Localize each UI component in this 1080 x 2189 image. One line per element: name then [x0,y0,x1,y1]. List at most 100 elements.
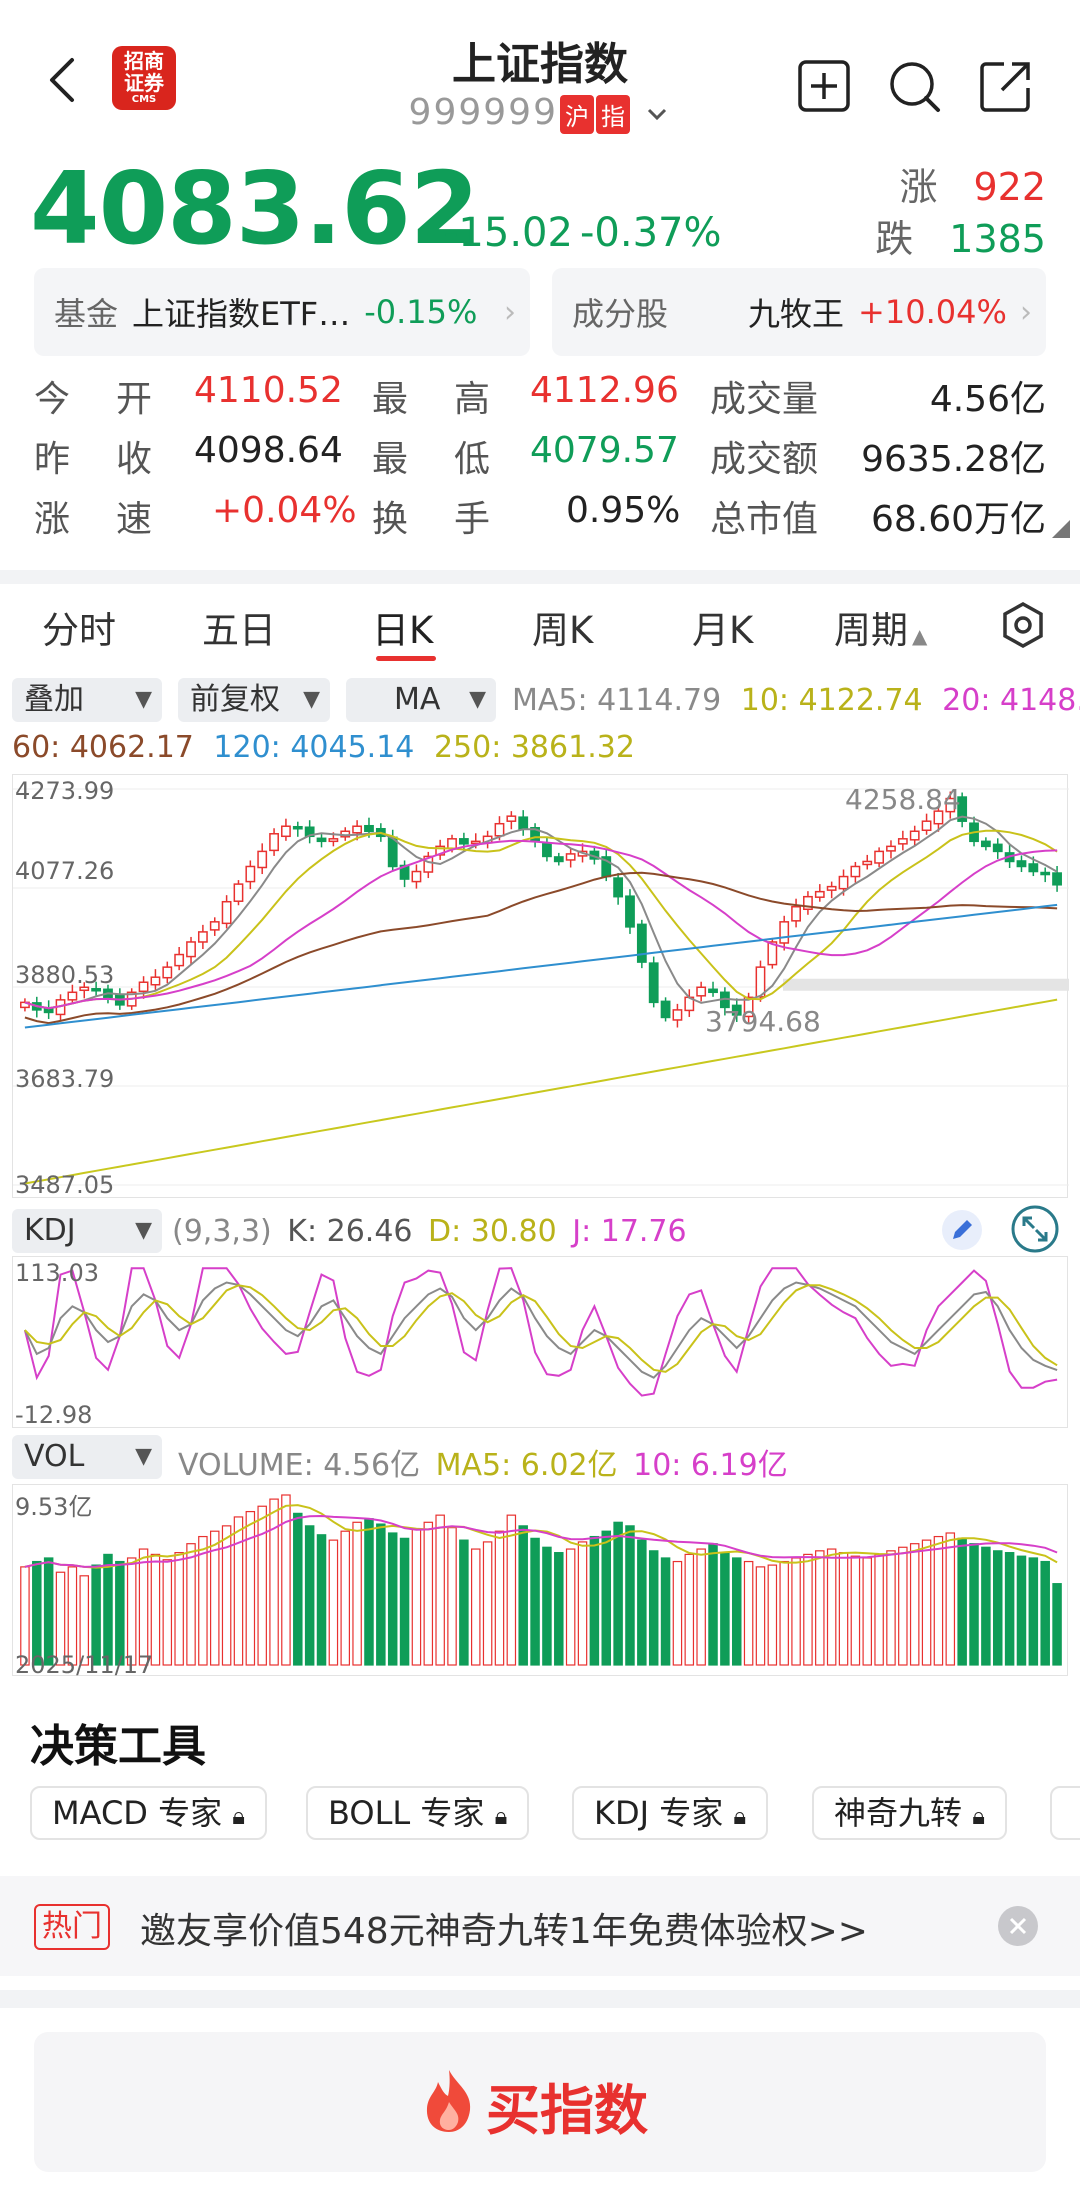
chevron-right-icon: › [504,294,516,330]
price-change-pct: -0.37% [580,210,722,256]
tab-period[interactable]: 周期 ▲ [834,600,927,654]
candle-body [91,988,102,992]
low-value: 4079.57 [530,430,679,471]
share-icon[interactable] [978,58,1034,114]
volume-bar [435,1514,445,1666]
candle-body [352,825,363,834]
volume-bar [411,1528,422,1666]
candle-body [458,838,469,845]
volume-bar [921,1539,932,1666]
tab-5day[interactable]: 五日 [202,600,276,654]
volume-bar [708,1543,718,1666]
volume-bar [387,1532,398,1666]
candle-body [67,991,78,1001]
fullscreen-icon[interactable] [1010,1204,1060,1254]
volume-bar [494,1530,505,1666]
volume-bar [257,1505,267,1666]
expand-corner-icon[interactable] [1052,520,1070,538]
tool-macd[interactable]: MACD 专家 🔒︎ [30,1786,268,1840]
candle-body [138,981,149,993]
tab-daily-k[interactable]: 日K [372,600,433,654]
edit-pencil-icon[interactable] [940,1208,984,1252]
adjust-select[interactable]: 前复权 ▼ [178,678,330,722]
candle-body [1028,863,1039,873]
constituent-pct: +10.04% [858,293,1007,331]
volume-bar [1016,1555,1027,1666]
tool-nine-turn[interactable]: 神奇九转 🔒︎ [812,1786,1007,1840]
overlay-select[interactable]: 叠加 ▼ [12,678,162,722]
volume-bar [909,1543,920,1666]
vol-select[interactable]: VOL ▼ [12,1435,162,1479]
settings-hex-icon[interactable] [998,600,1048,650]
section-divider-2 [0,1990,1080,2008]
volume-bar [293,1512,303,1666]
kdj-select[interactable]: KDJ ▼ [12,1209,162,1253]
candle-body [553,856,564,863]
kdj-legend: (9,3,3) K: 26.46 D: 30.80 J: 17.76 [172,1214,687,1249]
type-tag: 指 [595,94,630,134]
candle-body [233,883,244,902]
candle-body [411,870,422,883]
kdj-top: 113.03 [15,1259,99,1287]
volume-bar [1052,1583,1062,1666]
kline-svg [13,788,1069,1186]
volume-bar [648,1550,659,1666]
lock-icon: 🔒︎ [972,1802,985,1830]
buy-index-button[interactable]: 买指数 [34,2032,1046,2172]
header: 招商 证券 CMS 上证指数 999999 沪指 [0,0,1080,150]
kdj-chart[interactable]: 113.03 -12.98 [12,1256,1068,1429]
candle-body [909,830,920,841]
volume-bar [518,1525,528,1666]
tab-monthly-k[interactable]: 月K [692,600,753,654]
section-divider [0,570,1080,584]
tool-kdj[interactable]: KDJ 专家 🔒︎ [572,1786,769,1840]
candle-body [660,1000,671,1019]
chevron-right-icon: › [1020,294,1032,330]
candle-body [696,986,707,997]
volume-bar [637,1539,647,1666]
volume-bar [826,1548,837,1666]
y-tick-top: 4273.99 [15,777,115,805]
related-fund-card[interactable]: 基金 上证指数ETF… -0.15% › [34,268,530,356]
volume-bar [482,1541,493,1666]
volume-chart[interactable]: 9.53亿 2025/11/17 [12,1484,1068,1679]
tool-boll[interactable]: BOLL 专家 🔒︎ [306,1786,530,1840]
active-tab-indicator [376,656,436,661]
promo-banner[interactable]: 热门 邀友享价值548元神奇九转1年免费体验权>> [0,1876,1080,1976]
tab-weekly-k[interactable]: 周K [532,600,593,654]
volume-bar [470,1548,481,1666]
volume-bar [803,1553,813,1666]
candle-body [791,905,801,922]
fund-label: 基金 [54,295,119,333]
volume-bar [174,1552,184,1666]
fund-name: 上证指数ETF… [132,295,351,333]
tool-more[interactable] [1050,1786,1080,1840]
volume-bar [32,1560,42,1666]
search-icon[interactable] [886,58,942,114]
kdj-bottom: -12.98 [15,1401,93,1429]
amount-value: 9635.28亿 [861,439,1046,480]
close-icon[interactable] [996,1904,1040,1948]
add-watchlist-icon[interactable] [796,58,852,114]
min-annotation: 3794.68 [705,1005,821,1038]
buy-label: 买指数 [486,2079,648,2142]
ma-select[interactable]: MA ▼ [346,678,496,722]
volume-bar [340,1530,351,1666]
volume-bar [364,1518,374,1666]
y-tick-bottom: 3487.05 [15,1171,115,1199]
open-value: 4110.52 [194,370,343,411]
candle-body [186,941,196,958]
kline-chart[interactable]: 4273.99 4077.26 3880.53 3683.79 3487.05 … [12,774,1069,1199]
volume-bar [399,1537,410,1666]
candle-body [518,816,529,830]
kdj-svg [23,1267,1058,1397]
tab-intraday[interactable]: 分时 [42,600,116,654]
ma250-line [24,998,1058,1185]
volume-bar [245,1510,256,1666]
price-band [783,978,1069,991]
volume-bar [328,1539,339,1666]
candle-body [292,825,303,830]
volume-bar [992,1550,1003,1666]
volume-bar [815,1550,825,1666]
constituent-card[interactable]: 成分股 九牧王 +10.04% › [552,268,1046,356]
